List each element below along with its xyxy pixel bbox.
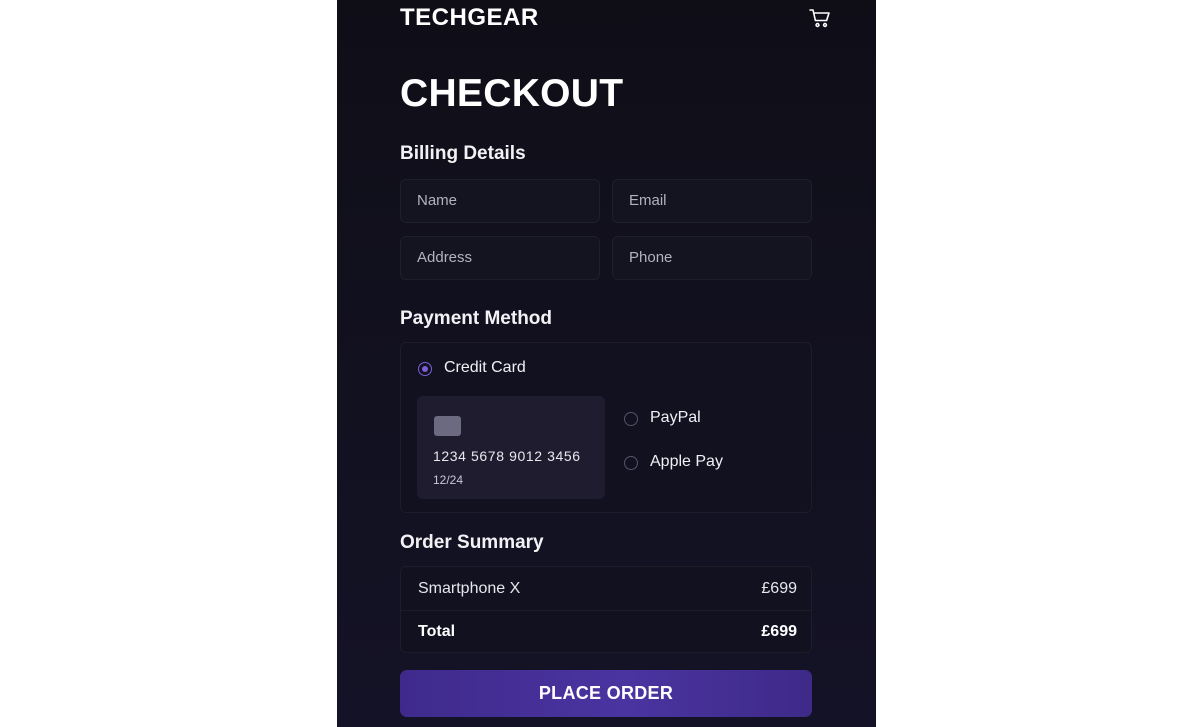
order-summary-table: Smartphone X £699 Total £699 — [400, 566, 812, 653]
total-value: £699 — [761, 623, 797, 640]
order-summary-heading: Order Summary — [400, 532, 544, 553]
brand-logo[interactable]: TECHGEAR — [400, 4, 539, 32]
apple-pay-label[interactable]: Apple Pay — [650, 453, 723, 471]
address-input[interactable] — [400, 236, 600, 280]
payment-heading: Payment Method — [400, 308, 553, 329]
credit-card-radio[interactable] — [418, 362, 432, 376]
card-expiry: 12/24 — [433, 473, 464, 487]
total-label: Total — [418, 623, 456, 640]
card-number: 1234 5678 9012 3456 — [433, 448, 581, 464]
phone-input[interactable] — [612, 236, 812, 280]
billing-heading: Billing Details — [400, 143, 526, 164]
item-name: Smartphone X — [418, 579, 521, 597]
summary-item-row: Smartphone X £699 — [401, 567, 811, 610]
cart-icon[interactable] — [809, 8, 831, 28]
checkout-screen: TECHGEAR CHECKOUT Billing Details Paymen… — [337, 0, 876, 727]
item-price: £699 — [761, 579, 797, 597]
apple-pay-radio[interactable] — [624, 456, 638, 470]
place-order-button[interactable]: PLACE ORDER — [400, 670, 812, 717]
payment-method-panel: Credit Card 1234 5678 9012 3456 12/24 Pa… — [400, 342, 812, 513]
page-title: CHECKOUT — [400, 72, 624, 115]
card-chip-icon — [434, 416, 461, 436]
summary-total-row: Total £699 — [401, 610, 811, 653]
paypal-label[interactable]: PayPal — [650, 409, 701, 427]
credit-card-preview: 1234 5678 9012 3456 12/24 — [417, 396, 605, 499]
name-input[interactable] — [400, 179, 600, 223]
email-input[interactable] — [612, 179, 812, 223]
credit-card-label[interactable]: Credit Card — [444, 359, 526, 377]
paypal-radio[interactable] — [624, 412, 638, 426]
